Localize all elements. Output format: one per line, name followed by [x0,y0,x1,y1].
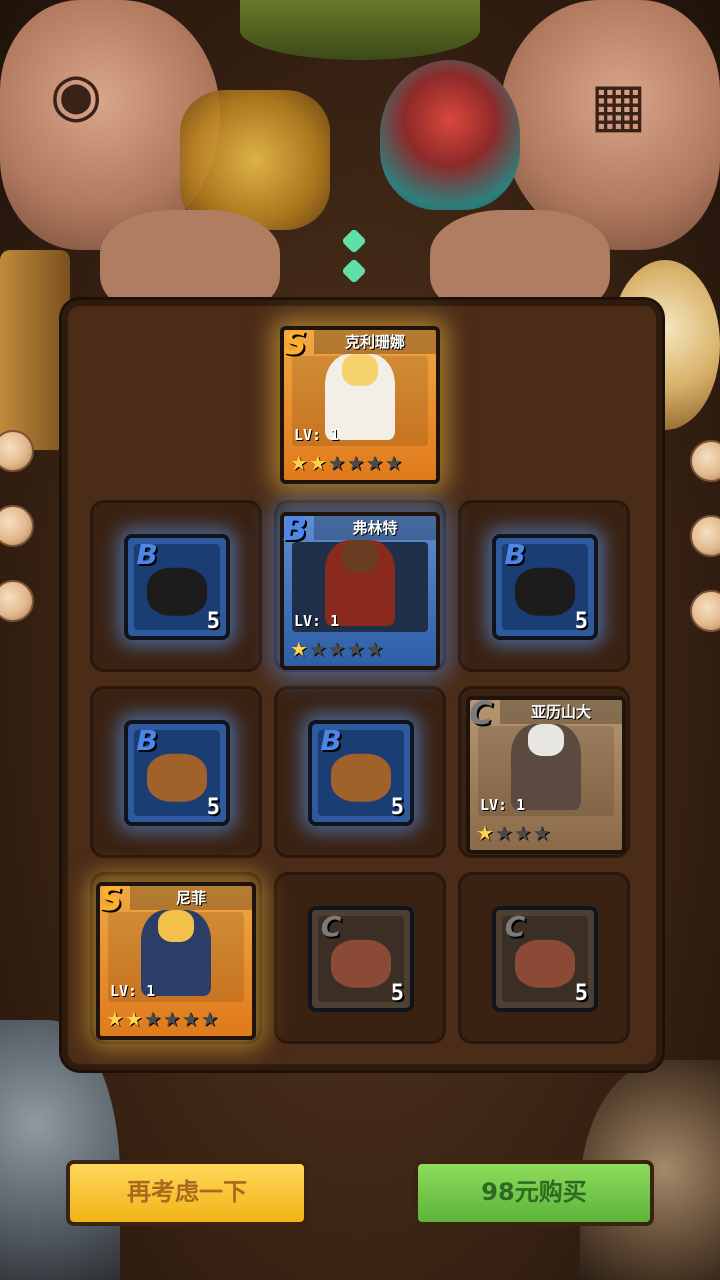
star-rating: ★★★★★★ [290,450,430,476]
hero-card[interactable]: C 亚历山大 LV: 1 ★★★★ [466,694,626,854]
hero-fragment[interactable]: C 5 [308,906,414,1012]
star-empty-icon: ★ [494,821,514,845]
hero-fragment[interactable]: B 5 [124,534,230,640]
star-empty-icon: ★ [327,451,347,475]
hero-name: 亚历山大 [500,700,622,724]
hero-fragment[interactable]: B 5 [308,720,414,826]
fragment-count: 5 [390,795,404,820]
star-empty-icon: ★ [181,1007,201,1031]
villager-icon [331,939,391,988]
parrot-decoration [380,60,520,210]
hero-head [342,354,378,386]
hero-card[interactable]: B 弗林特 LV: 1 ★★★★★ [280,510,440,670]
golden-plate-decoration [0,250,70,450]
hero-fragment[interactable]: B 5 [492,534,598,640]
star-rating: ★★★★ [476,820,616,846]
hero-fragment[interactable]: B 5 [124,720,230,826]
hero-head [528,724,564,756]
dark-beast-icon [515,567,575,616]
tattoo-icon: ▦ [590,70,647,140]
star-empty-icon: ★ [384,451,404,475]
coin-decoration [690,440,720,482]
star-empty-icon: ★ [327,637,347,661]
star-filled-icon: ★ [124,1007,144,1031]
star-empty-icon: ★ [346,637,366,661]
fragment-count: 5 [390,981,404,1006]
coin-decoration [690,590,720,632]
star-empty-icon: ★ [143,1007,163,1031]
hero-name: 尼菲 [130,886,252,910]
coin-decoration [0,430,34,472]
rank-badge: B [136,538,158,571]
foliage-decoration [240,0,480,60]
hero-level: LV: 1 [294,426,340,444]
star-empty-icon: ★ [513,821,533,845]
star-empty-icon: ★ [532,821,552,845]
star-rating: ★★★★★ [290,636,430,662]
rank-badge: C [504,910,526,943]
star-empty-icon: ★ [200,1007,220,1031]
fragment-count: 5 [574,981,588,1006]
game-scene: ◉ ▦ S 克利珊娜 LV: 1 ★★★★★★ B 弗林特 LV: 1 ★★★★… [0,0,720,1280]
star-filled-icon: ★ [290,637,309,661]
rank-badge: B [504,538,526,571]
reconsider-button[interactable]: 再考虑一下 [66,1160,308,1226]
green-gem-icon [341,228,367,254]
brown-beast-icon [147,753,207,802]
hero-level: LV: 1 [480,796,526,814]
brown-beast-icon [331,753,391,802]
dark-beast-icon [147,567,207,616]
star-filled-icon: ★ [476,821,495,845]
villager-icon [515,939,575,988]
rank-badge: B [136,724,158,757]
star-empty-icon: ★ [308,637,328,661]
hero-head [158,910,194,942]
hero-name: 克利珊娜 [314,330,436,354]
green-gem-icon [341,258,367,284]
gold-treasure-decoration [180,90,330,230]
buy-button[interactable]: 98元购买 [414,1160,654,1226]
rank-badge: B [320,724,342,757]
star-empty-icon: ★ [346,451,366,475]
hero-name: 弗林特 [314,516,436,540]
star-empty-icon: ★ [365,451,385,475]
fragment-count: 5 [574,609,588,634]
fragment-count: 5 [206,795,220,820]
star-empty-icon: ★ [162,1007,182,1031]
star-filled-icon: ★ [308,451,328,475]
hero-level: LV: 1 [110,982,156,1000]
tattoo-icon: ◉ [50,60,103,130]
fragment-count: 5 [206,609,220,634]
star-rating: ★★★★★★ [106,1006,246,1032]
hero-level: LV: 1 [294,612,340,630]
hero-fragment[interactable]: C 5 [492,906,598,1012]
hero-card[interactable]: S 尼菲 LV: 1 ★★★★★★ [96,880,256,1040]
star-filled-icon: ★ [106,1007,125,1031]
hero-head [342,540,378,572]
rank-badge: C [320,910,342,943]
coin-decoration [0,505,34,547]
coin-decoration [690,515,720,557]
coin-decoration [0,580,34,622]
star-empty-icon: ★ [365,637,385,661]
hero-card[interactable]: S 克利珊娜 LV: 1 ★★★★★★ [280,324,440,484]
star-filled-icon: ★ [290,451,309,475]
